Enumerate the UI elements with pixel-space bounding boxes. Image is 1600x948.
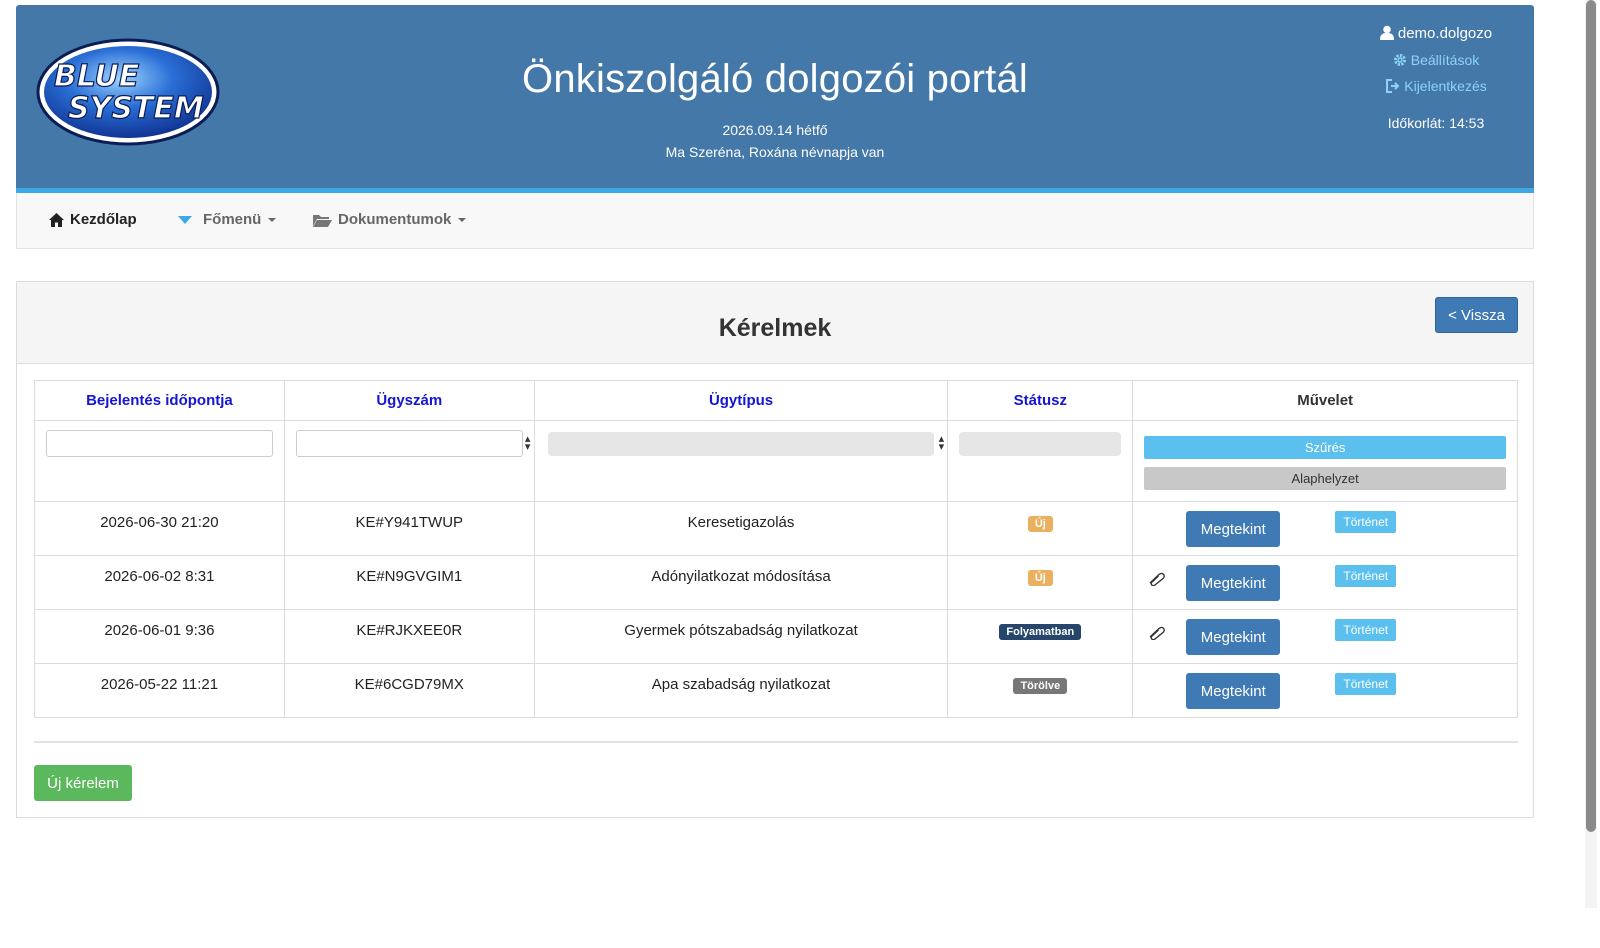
settings-label: Beállítások [1410, 52, 1480, 68]
column-header-case-no[interactable]: Ügyszám [283, 380, 535, 421]
column-header-type[interactable]: Ügytípus [533, 380, 949, 421]
session-timeout: Időkorlát: 14:53 [1387, 115, 1485, 131]
gear-icon [1393, 54, 1406, 66]
history-button[interactable]: Történet [1335, 673, 1397, 695]
cell-case-no: KE#Y941TWUP [283, 501, 535, 556]
cell-case-no: KE#RJKXEE0R [283, 609, 535, 664]
nav-documents[interactable]: Dokumentumok [313, 211, 467, 228]
status-badge: Új [1027, 570, 1053, 586]
history-button[interactable]: Történet [1335, 619, 1397, 641]
paperclip-icon[interactable] [1147, 572, 1166, 590]
logout-link[interactable]: Kijelentkezés [1336, 78, 1536, 94]
filter-button[interactable]: Szűrés [1144, 436, 1506, 459]
table-row: 2026-06-30 21:20 KE#Y941TWUP Keresetigaz… [34, 501, 1518, 556]
back-button[interactable]: < Vissza [1435, 297, 1518, 333]
logout-icon [1386, 79, 1400, 93]
table-row: 2026-06-02 8:31 KE#N9GVGIM1 Adónyilatkoz… [34, 555, 1518, 610]
cell-type: Adónyilatkozat módosítása [533, 555, 949, 610]
nav-home[interactable]: Kezdőlap [49, 211, 137, 228]
cell-case-no: KE#6CGD79MX [283, 663, 535, 718]
status-badge: Új [1027, 516, 1053, 532]
cell-date: 2026-06-01 9:36 [34, 609, 285, 664]
view-button[interactable]: Megtekint [1186, 619, 1281, 655]
cell-type: Gyermek pótszabadság nyilatkozat [533, 609, 949, 664]
view-button[interactable]: Megtekint [1186, 565, 1281, 601]
main-navbar: Kezdőlap Főmenü Dokumentumok [16, 193, 1534, 249]
new-request-button[interactable]: Új kérelem [34, 765, 132, 801]
triangle-down-icon [178, 215, 192, 224]
home-icon [49, 212, 64, 227]
nameday-text: Ma Szeréna, Roxána névnapja van [665, 144, 885, 160]
nav-main-menu-label: Főmenü [203, 211, 262, 228]
requests-panel: Kérelmek < Vissza Bejelentés időpontja Ü… [16, 281, 1534, 818]
portal-title: Önkiszolgáló dolgozói portál [522, 57, 1028, 101]
status-filter-select[interactable] [959, 432, 1122, 456]
sort-icon[interactable]: ▴ ▾ [936, 434, 946, 453]
sort-icon[interactable]: ▴ ▾ [523, 434, 533, 453]
cell-date: 2026-06-30 21:20 [34, 501, 285, 556]
nav-main-menu[interactable]: Főmenü [177, 211, 277, 228]
current-date: 2026.09.14 hétfő [722, 122, 828, 138]
table-row: 2026-05-22 11:21 KE#6CGD79MX Apa szabads… [34, 663, 1518, 718]
username: demo.dolgozo [1397, 25, 1493, 42]
column-header-date[interactable]: Bejelentés időpontja [34, 380, 285, 421]
cell-date: 2026-06-02 8:31 [34, 555, 285, 610]
scrollbar-thumb[interactable] [1586, 0, 1596, 832]
table-row: 2026-06-01 9:36 KE#RJKXEE0R Gyermek póts… [34, 609, 1518, 664]
cell-type: Apa szabadság nyilatkozat [533, 663, 949, 718]
paperclip-icon[interactable] [1147, 626, 1166, 644]
requests-table: Bejelentés időpontja Ügyszám Ügytípus St… [34, 380, 1518, 718]
page-header: BLUE SYSTEM Önkiszolgáló dolgozói portál… [16, 5, 1534, 193]
page-title: Kérelmek [718, 314, 832, 342]
settings-link[interactable]: Beállítások [1336, 52, 1536, 68]
logout-label: Kijelentkezés [1404, 78, 1487, 94]
date-filter-input[interactable] [46, 430, 273, 457]
filter-row: ▴ ▾ ▴ ▾ Szűrés Alaphelyzet [34, 420, 1518, 502]
history-button[interactable]: Történet [1335, 565, 1397, 587]
folder-open-icon [313, 214, 332, 227]
view-button[interactable]: Megtekint [1186, 673, 1281, 709]
case-no-filter-input[interactable] [295, 430, 523, 457]
nav-documents-label: Dokumentumok [338, 211, 452, 228]
history-button[interactable]: Történet [1335, 511, 1397, 533]
view-button[interactable]: Megtekint [1186, 511, 1281, 547]
column-header-action: Művelet [1132, 380, 1518, 421]
nav-home-label: Kezdőlap [70, 211, 137, 228]
caret-down-icon [268, 217, 277, 222]
type-filter-select[interactable] [547, 432, 935, 456]
divider [34, 741, 1518, 743]
cell-type: Keresetigazolás [533, 501, 949, 556]
column-header-status[interactable]: Státusz [947, 380, 1134, 421]
panel-header: Kérelmek < Vissza [17, 282, 1533, 364]
page-scrollbar[interactable] [1585, 0, 1597, 908]
caret-down-icon [458, 217, 467, 222]
cell-case-no: KE#N9GVGIM1 [283, 555, 535, 610]
user-menu[interactable]: demo.dolgozo [1336, 25, 1536, 42]
cell-date: 2026-05-22 11:21 [34, 663, 285, 718]
reset-button[interactable]: Alaphelyzet [1144, 467, 1506, 490]
status-badge: Folyamatban [999, 624, 1082, 640]
user-icon [1379, 25, 1394, 40]
table-header-row: Bejelentés időpontja Ügyszám Ügytípus St… [34, 380, 1518, 421]
status-badge: Törölve [1013, 678, 1068, 694]
